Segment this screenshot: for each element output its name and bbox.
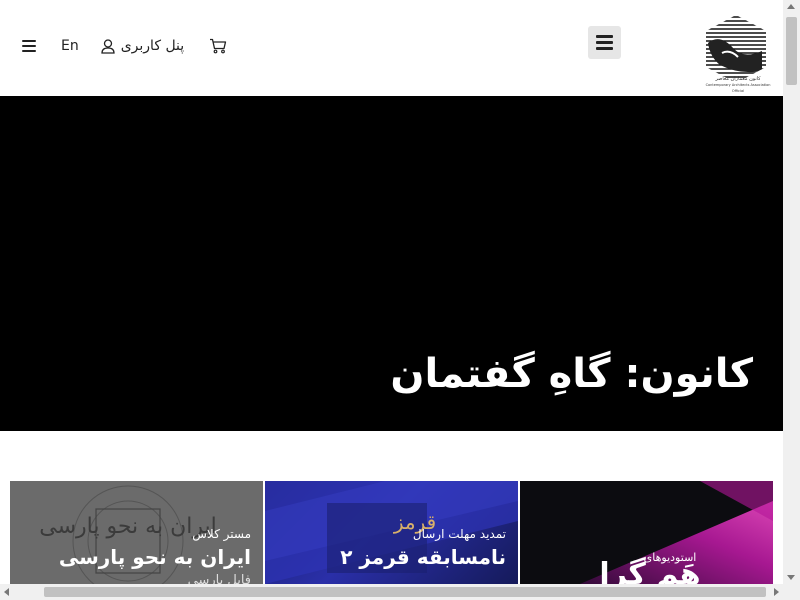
site-header: En پنل کاربری کانون معماران معاصر Contem… [0,0,783,96]
scrollbar-corner [783,584,800,600]
page: En پنل کاربری کانون معماران معاصر Contem… [0,0,800,600]
card-tag: مستر کلاس [192,527,251,541]
card-tag: تمدید مهلت ارسال [412,527,506,541]
cart-button[interactable] [209,38,227,54]
scroll-right-icon[interactable] [774,588,779,596]
hero-title: کانون: گاهِ گفتمان [390,351,753,397]
event-card-masterclass[interactable]: ایران به نحو پارسی مستر کلاس ایران به نح… [10,481,263,584]
event-card-studios[interactable]: استودیوهای هَم گرا [520,481,773,584]
event-card-competition[interactable]: قرمز تمدید مهلت ارسال نامسابقه قرمز ۲ [265,481,518,584]
vertical-scrollbar[interactable] [783,0,800,584]
card-title: ایران به نحو پارسی [58,545,251,569]
header-nav: En پنل کاربری [22,34,227,58]
horizontal-scroll-thumb[interactable] [44,587,766,597]
user-panel-link[interactable]: پنل کاربری [101,38,184,54]
card-art-text: ایران به نحو پارسی [39,514,216,539]
horizontal-scrollbar[interactable] [0,584,783,600]
user-panel-label: پنل کاربری [120,38,185,54]
scroll-left-icon[interactable] [4,588,9,596]
scroll-up-icon[interactable] [787,4,795,9]
card-subtitle: فایل پارسی [187,573,251,584]
language-switch-link[interactable]: En [61,38,79,54]
card-artwork: استودیوهای هَم گرا [520,481,773,584]
scroll-down-icon[interactable] [787,575,795,580]
vertical-scroll-thumb[interactable] [786,17,797,85]
logo-caption-en: Contemporary Architects Association Offi… [705,83,771,93]
cart-icon [210,38,227,54]
card-title: نامسابقه قرمز ۲ [340,545,506,569]
hamburger-icon[interactable] [22,40,36,52]
menu-toggle-button[interactable] [588,26,621,59]
user-icon [101,38,115,54]
card-art-text: هَم گرا [599,556,700,584]
logo-caption: کانون معماران معاصر Contemporary Archite… [704,76,772,94]
menu-icon [596,35,613,38]
hero-banner: کانون: گاهِ گفتمان [0,96,783,431]
event-cards: ایران به نحو پارسی مستر کلاس ایران به نح… [10,481,774,584]
